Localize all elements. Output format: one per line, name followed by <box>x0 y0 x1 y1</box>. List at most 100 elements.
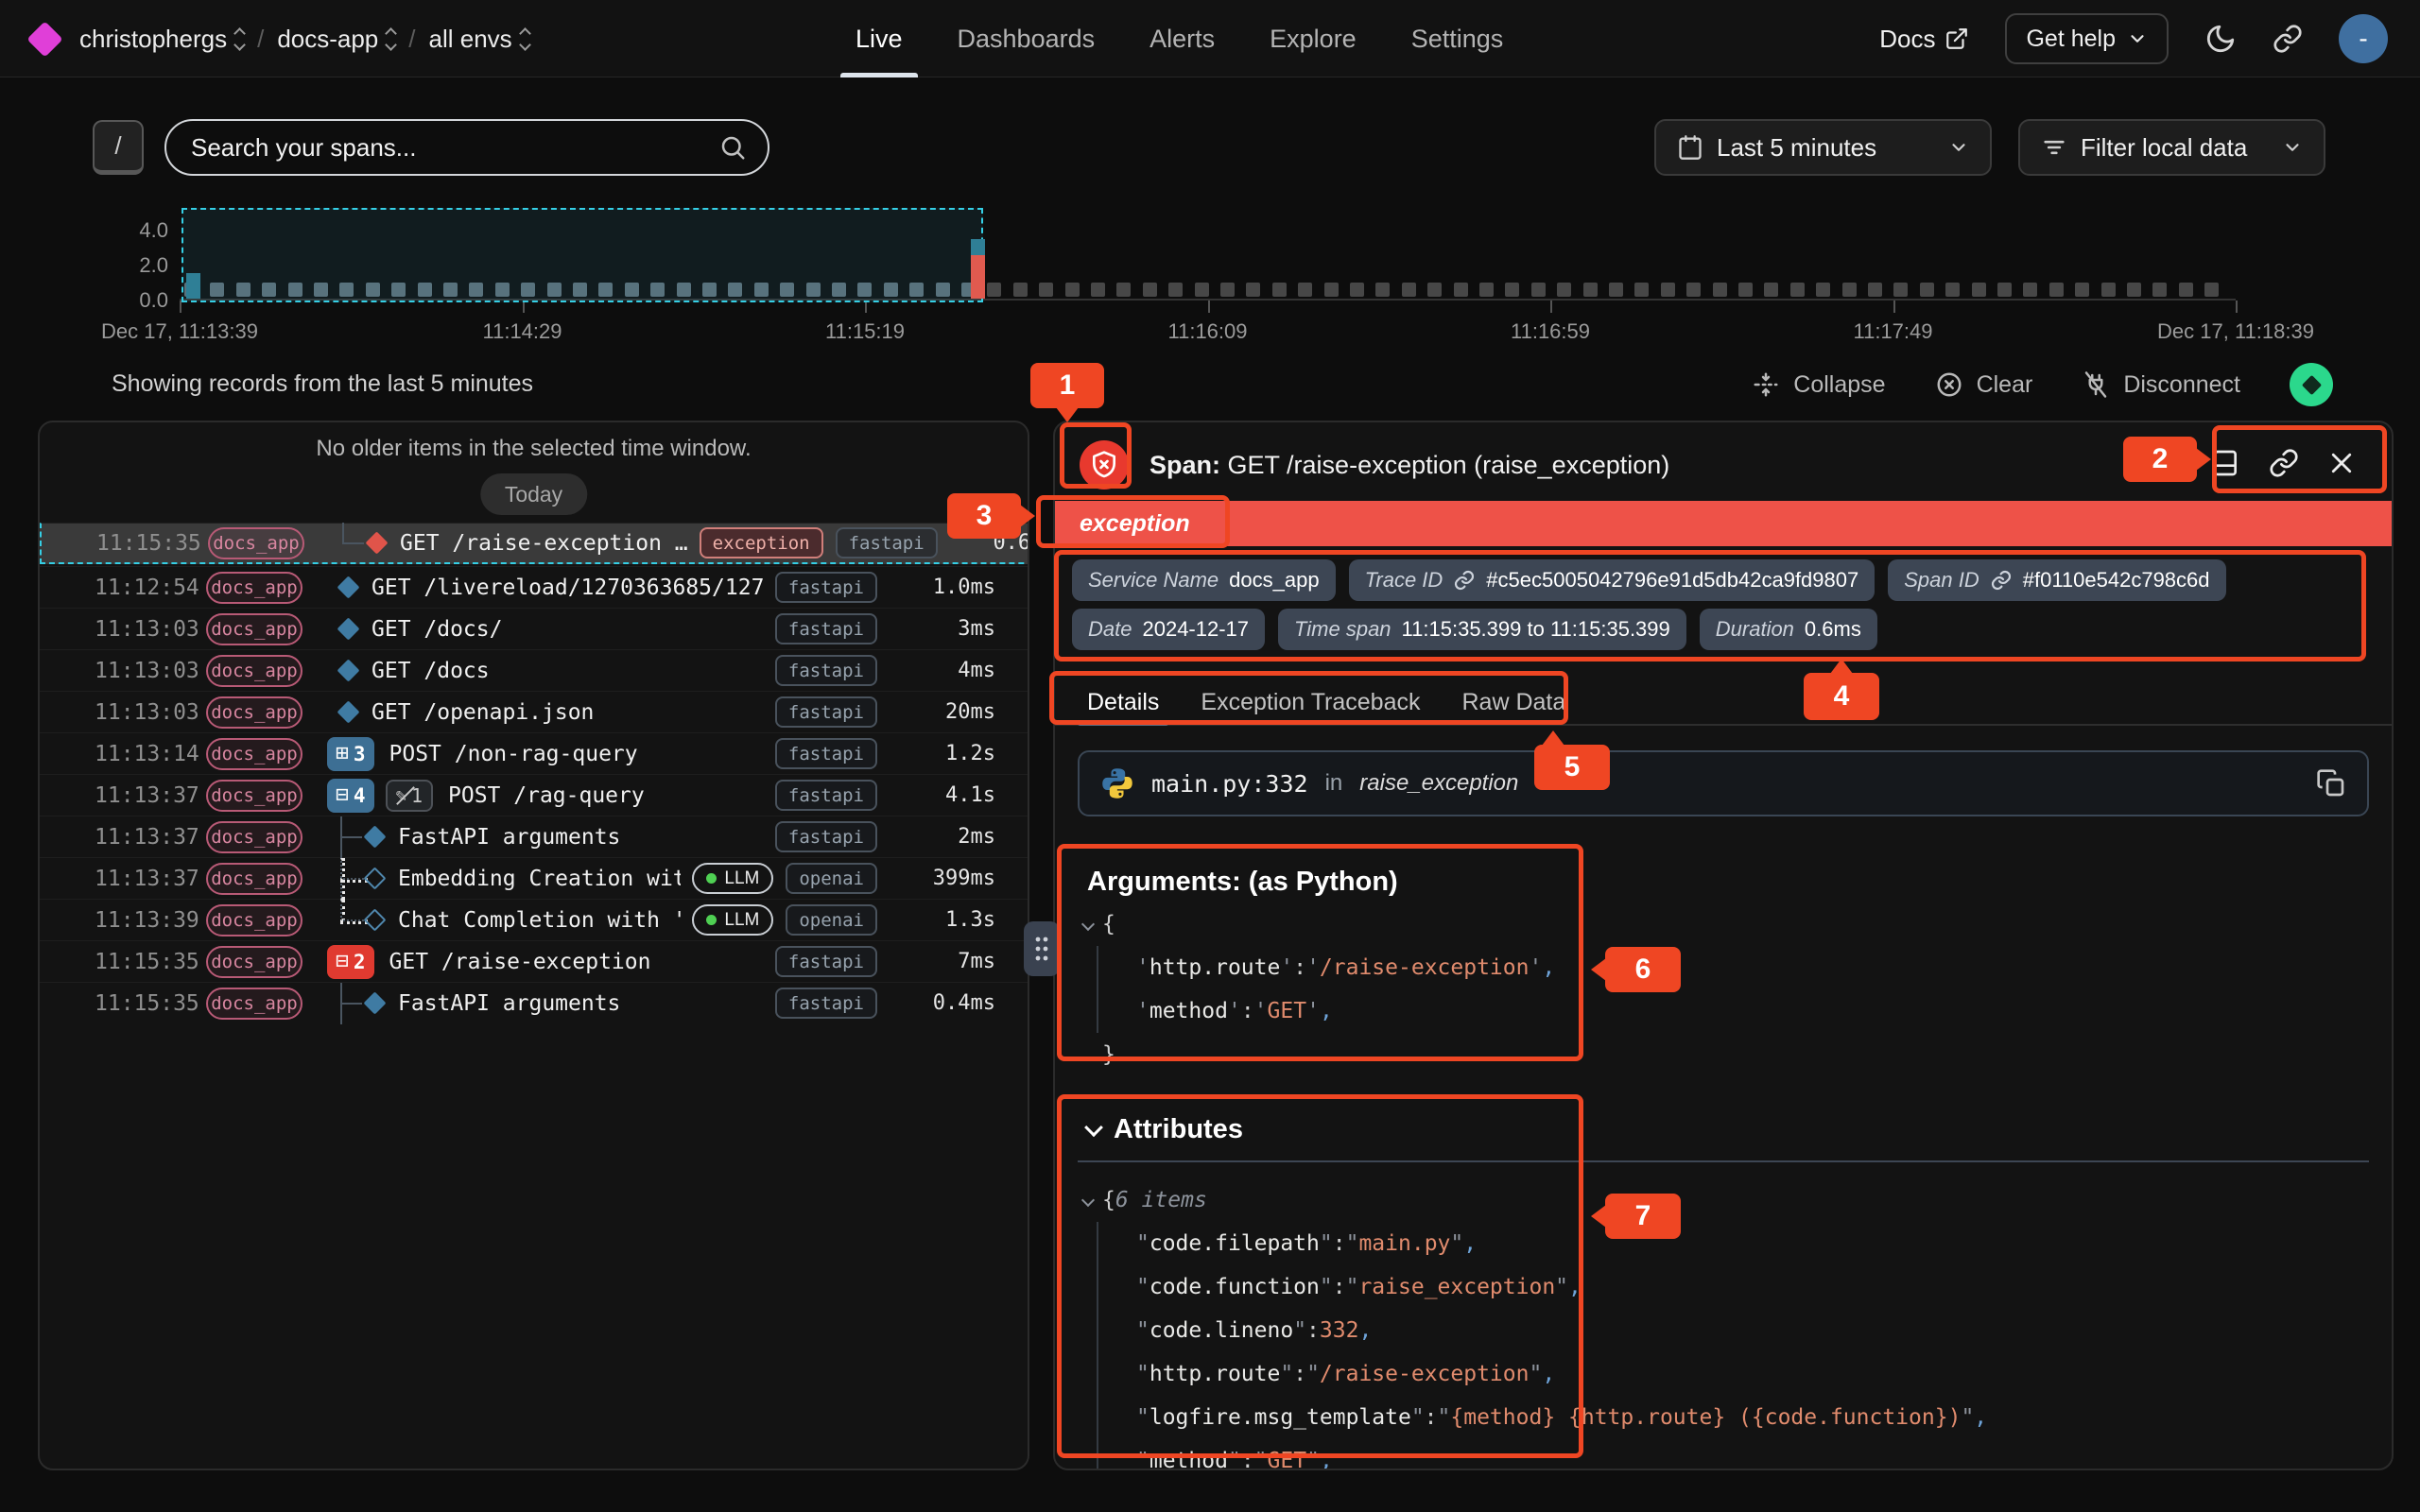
exception-banner-label: exception <box>1080 510 1190 538</box>
x-axis-tick: 11:15:19 <box>825 319 905 344</box>
baseline-tick <box>1790 283 1805 297</box>
panel-layout-icon <box>2210 448 2240 478</box>
meta-pill-span-id[interactable]: Span ID#f0110e542c798c6d <box>1888 559 2225 601</box>
chart-selection[interactable] <box>182 208 983 302</box>
service-badge: docs_app <box>206 738 302 770</box>
nav-tab-alerts[interactable]: Alerts <box>1150 0 1215 77</box>
detail-tab-exception-traceback[interactable]: Exception Traceback <box>1201 680 1420 724</box>
chevron-down-icon[interactable] <box>1081 918 1095 931</box>
trace-row[interactable]: 11:15:35docs_app⊟2GET /raise-exceptionfa… <box>40 940 1028 982</box>
child-count-badge[interactable]: ⊟4 <box>327 779 374 813</box>
span-name: GET /raise-exception <box>389 950 764 974</box>
org-selector[interactable]: christophergs <box>79 25 244 54</box>
baseline-tick <box>1920 283 1934 297</box>
logfire-live-view: christophergs / docs-app / all envs Live… <box>0 0 2420 1512</box>
chevron-down-icon <box>1084 1118 1103 1137</box>
nav-tab-live[interactable]: Live <box>856 0 903 77</box>
code-location-bar: main.py:332 in raise_exception <box>1078 750 2369 816</box>
theme-toggle-button[interactable] <box>2204 23 2237 55</box>
child-count-badge[interactable]: ⊞3 <box>327 737 374 771</box>
chart-bar[interactable] <box>971 239 985 299</box>
trace-row[interactable]: 11:13:03docs_appGET /docsfastapi4ms <box>40 649 1028 691</box>
copy-span-link-button[interactable] <box>2269 448 2299 478</box>
service-badge: docs_app <box>206 821 302 853</box>
baseline-tick <box>1039 283 1053 297</box>
meta-pill-trace-id[interactable]: Trace ID#c5ec5005042796e91d5db42ca9fd980… <box>1349 559 1876 601</box>
span-diamond-icon <box>363 867 386 889</box>
row-time: 11:13:03 <box>95 700 206 725</box>
disconnect-button[interactable]: Disconnect <box>2082 370 2240 399</box>
baseline-tick <box>2152 283 2167 297</box>
tag-badge: fastapi <box>836 527 938 558</box>
tag-badge: fastapi <box>775 572 877 603</box>
docs-link[interactable]: Docs <box>1879 25 1969 54</box>
clear-button[interactable]: Clear <box>1935 370 2033 399</box>
chart-bar[interactable] <box>186 273 200 299</box>
baseline-tick <box>2023 283 2037 297</box>
trace-row[interactable]: 11:13:37docs_appEmbedding Creation wit…L… <box>40 857 1028 899</box>
filter-dropdown[interactable]: Filter local data <box>2018 119 2325 176</box>
span-detail-panel: Span: GET /raise-exception (raise_except… <box>1053 421 2394 1470</box>
nav-tab-explore[interactable]: Explore <box>1270 0 1357 77</box>
code-line: "http.route": "/raise-exception", <box>1083 1352 2369 1396</box>
baseline-tick <box>1972 283 1986 297</box>
baseline-tick <box>1945 283 1960 297</box>
meta-pill-date: Date2024-12-17 <box>1072 609 1265 650</box>
trace-row[interactable]: 11:15:35docs_appFastAPI argumentsfastapi… <box>40 982 1028 1023</box>
nav-tab-dashboards[interactable]: Dashboards <box>958 0 1096 77</box>
trace-row[interactable]: 11:13:03docs_appGET /docs/fastapi3ms <box>40 608 1028 649</box>
trace-row[interactable]: 11:13:39docs_appChat Completion with '…L… <box>40 899 1028 940</box>
get-help-button[interactable]: Get help <box>2005 13 2169 64</box>
share-link-button[interactable] <box>2273 24 2303 54</box>
meta-label: Service Name <box>1088 568 1219 593</box>
baseline-tick <box>1816 283 1830 297</box>
dock-panel-button[interactable] <box>2210 448 2240 478</box>
collapse-button[interactable]: Collapse <box>1752 370 1885 399</box>
chevron-updown-icon <box>521 29 529 49</box>
close-panel-button[interactable] <box>2327 449 2356 477</box>
nav-tab-settings[interactable]: Settings <box>1411 0 1504 77</box>
baseline-tick <box>1764 283 1778 297</box>
copy-code-location-button[interactable] <box>2316 768 2346 799</box>
span-count-chart[interactable]: 4.02.00.0Dec 17, 11:13:3911:14:2911:15:1… <box>180 210 2236 301</box>
llm-badge: LLM <box>692 904 773 936</box>
detail-tab-raw-data[interactable]: Raw Data <box>1462 680 1566 724</box>
clear-icon <box>1935 370 1963 399</box>
row-duration: 4ms <box>890 659 995 682</box>
green-dot-icon <box>706 873 717 884</box>
avatar[interactable]: - <box>2339 14 2388 63</box>
span-title: Span: GET /raise-exception (raise_except… <box>1150 451 1669 480</box>
service-badge: docs_app <box>208 527 304 559</box>
panel-resize-handle[interactable] <box>1024 921 1060 976</box>
exception-shield-icon <box>1080 440 1129 490</box>
baseline-tick <box>1479 283 1494 297</box>
baseline-tick <box>1634 283 1649 297</box>
baseline-tick <box>1531 283 1546 297</box>
chevron-down-icon[interactable] <box>1081 1194 1095 1207</box>
baseline-tick <box>2179 283 2193 297</box>
showing-records-label: Showing records from the last 5 minutes <box>112 370 533 398</box>
trace-row[interactable]: 11:13:03docs_appGET /openapi.jsonfastapi… <box>40 691 1028 732</box>
trace-row[interactable]: 11:12:54docs_appGET /livereload/12703636… <box>40 566 1028 608</box>
trace-row[interactable]: 11:13:37docs_appFastAPI argumentsfastapi… <box>40 816 1028 857</box>
row-duration: 20ms <box>890 700 995 724</box>
trace-row[interactable]: 11:15:35docs_appGET /raise-exception …ex… <box>40 523 1029 564</box>
detail-tab-details[interactable]: Details <box>1087 680 1159 724</box>
row-duration: 399ms <box>890 867 995 890</box>
logfire-logo-icon[interactable] <box>26 21 62 57</box>
llm-badge: LLM <box>692 863 773 894</box>
project-selector[interactable]: docs-app <box>277 25 395 54</box>
code-line: 'http.route': '/raise-exception', <box>1083 946 2369 989</box>
env-selector[interactable]: all envs <box>429 25 529 54</box>
baseline-tick <box>1583 283 1598 297</box>
today-pill[interactable]: Today <box>480 473 587 515</box>
search-input[interactable] <box>191 133 718 163</box>
span-diamond-icon <box>337 659 359 681</box>
trace-row[interactable]: 11:13:37docs_app⊟4✎1POST /rag-queryfasta… <box>40 774 1028 816</box>
trace-row[interactable]: 11:13:14docs_app⊞3POST /non-rag-queryfas… <box>40 732 1028 774</box>
baseline-tick <box>1686 283 1701 297</box>
attributes-heading[interactable]: Attributes <box>1087 1114 1243 1145</box>
baseline-tick <box>1375 283 1390 297</box>
child-count-badge[interactable]: ⊟2 <box>327 945 374 979</box>
time-range-dropdown[interactable]: Last 5 minutes <box>1654 119 1992 176</box>
